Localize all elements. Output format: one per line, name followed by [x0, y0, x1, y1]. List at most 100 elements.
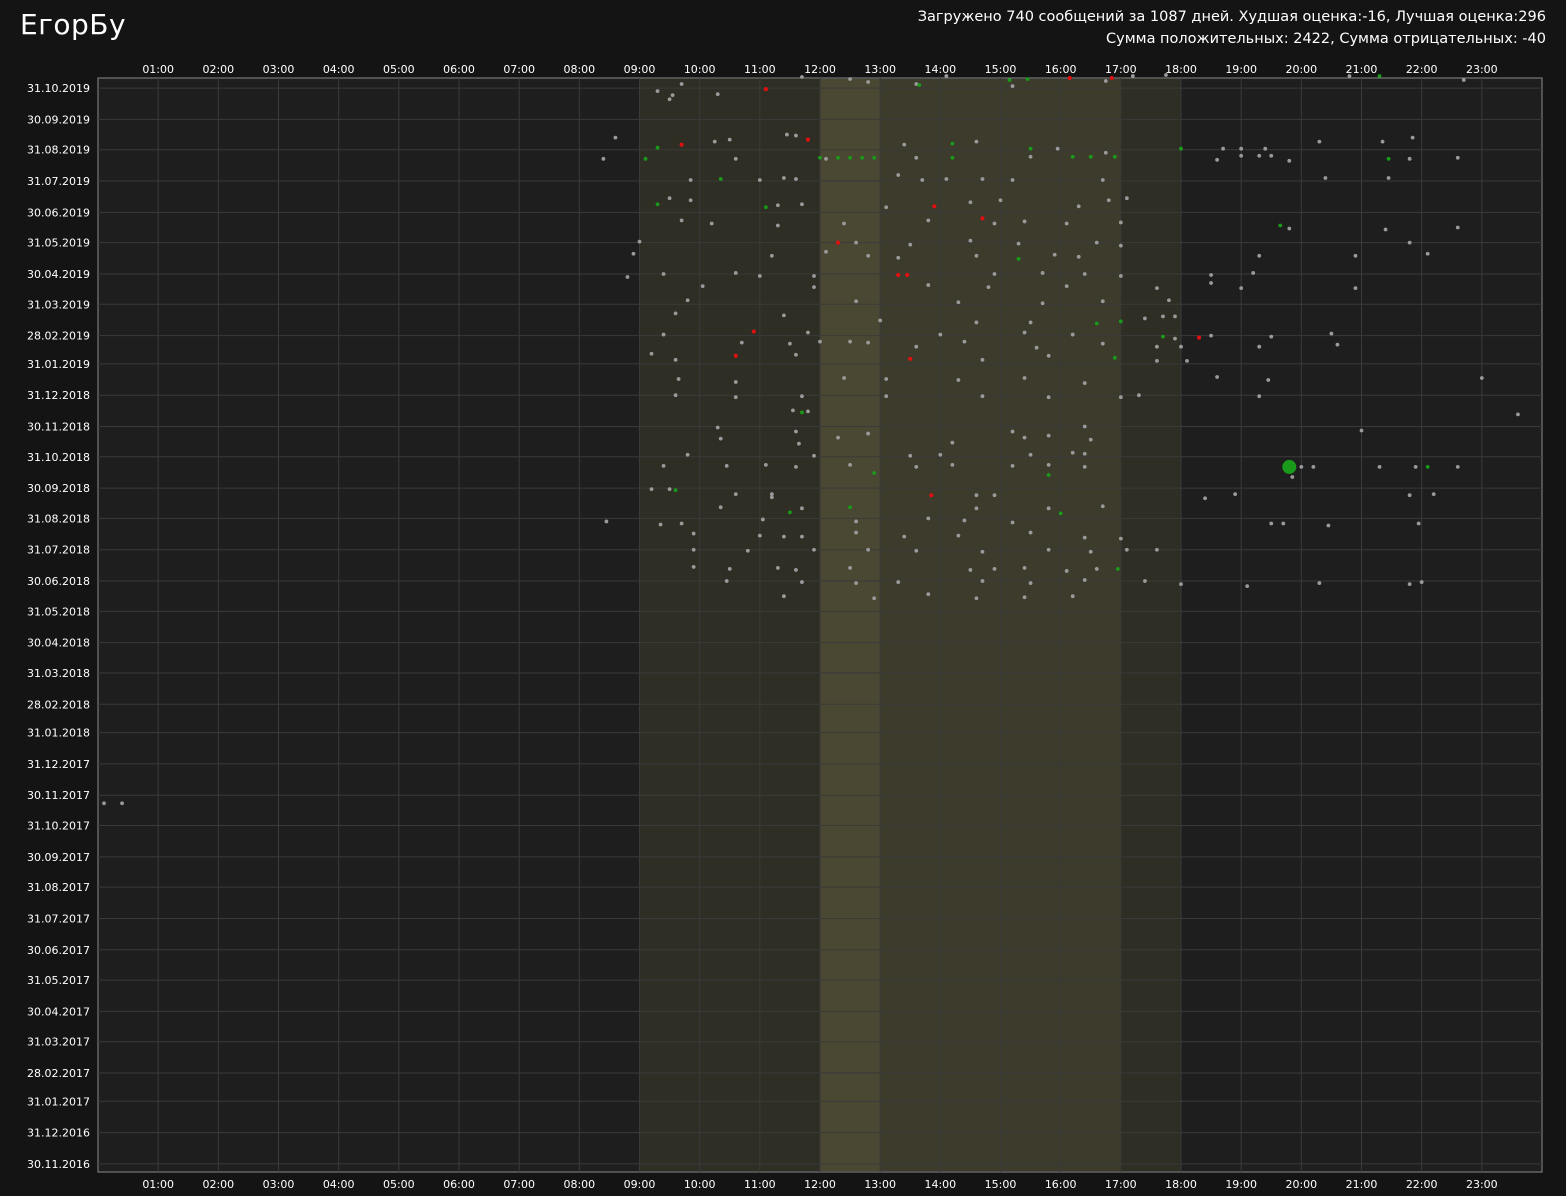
- x-axis-top: 01:00 02:00 03:00 04:00 05:00 06:00 07:00 08:00…: [142, 63, 1497, 76]
- x-tick-label-bottom: 17:00: [1105, 1178, 1137, 1191]
- point-neutral: [1082, 535, 1087, 540]
- point-neutral: [848, 339, 852, 344]
- point-neutral: [800, 202, 804, 207]
- point-neutral: [1287, 226, 1292, 231]
- point-neutral: [854, 519, 858, 524]
- point-neutral: [685, 452, 690, 457]
- point-neutral: [739, 340, 744, 345]
- point-neutral: [769, 495, 774, 500]
- point-neutral: [1203, 496, 1207, 501]
- point-neutral: [1076, 254, 1081, 259]
- point-neutral: [1167, 298, 1171, 303]
- point-neutral: [1263, 146, 1268, 151]
- point-neutral: [688, 178, 693, 182]
- point-positive: [950, 141, 955, 146]
- point-neutral: [1064, 569, 1069, 573]
- point-neutral: [1155, 286, 1159, 291]
- point-neutral: [1100, 341, 1105, 346]
- point-neutral: [1118, 243, 1123, 248]
- point-neutral: [812, 453, 816, 458]
- point-neutral: [1317, 139, 1322, 144]
- point-neutral: [1070, 594, 1075, 599]
- point-positive: [1016, 256, 1021, 261]
- y-tick-label: 31.01.2017: [27, 1095, 90, 1108]
- x-tick-label-top: 10:00: [684, 63, 716, 76]
- point-neutral: [1010, 429, 1015, 434]
- point-neutral: [1353, 253, 1358, 258]
- x-tick-label-bottom: 15:00: [985, 1178, 1017, 1191]
- point-neutral: [679, 82, 684, 86]
- point-neutral: [1016, 241, 1021, 246]
- point-neutral: [938, 332, 943, 337]
- point-neutral: [733, 271, 738, 275]
- point-neutral: [1103, 79, 1108, 83]
- point-negative: [763, 87, 768, 92]
- point-positive: [1278, 223, 1283, 228]
- y-tick-label: 31.08.2017: [27, 881, 90, 894]
- point-neutral: [1185, 358, 1189, 363]
- point-neutral: [769, 253, 774, 258]
- y-tick-label: 28.02.2018: [27, 698, 90, 711]
- point-positive: [860, 155, 865, 160]
- point-neutral: [926, 283, 931, 287]
- point-neutral: [718, 436, 723, 441]
- point-neutral: [842, 221, 846, 226]
- point-positive: [872, 155, 877, 160]
- point-neutral: [956, 300, 961, 305]
- point-neutral: [1209, 273, 1213, 277]
- x-tick-label-bottom: 01:00: [142, 1178, 174, 1191]
- point-neutral: [775, 566, 780, 570]
- point-neutral: [1179, 582, 1183, 586]
- point-neutral: [1455, 465, 1460, 469]
- point-neutral: [1022, 219, 1027, 224]
- point-neutral: [1076, 204, 1081, 209]
- y-tick-label: 30.06.2019: [27, 206, 90, 219]
- point-neutral: [992, 567, 997, 571]
- point-neutral: [1335, 342, 1340, 347]
- point-neutral: [757, 533, 762, 538]
- y-tick-label: 31.10.2019: [27, 82, 90, 95]
- point-neutral: [1290, 475, 1295, 479]
- point-neutral: [673, 357, 678, 362]
- point-neutral: [800, 534, 804, 539]
- point-neutral: [1257, 153, 1262, 158]
- point-neutral: [700, 284, 705, 288]
- point-neutral: [854, 581, 858, 585]
- point-neutral: [1034, 345, 1039, 350]
- point-positive: [1025, 77, 1030, 81]
- point-neutral: [1106, 198, 1111, 203]
- y-axis: 31.10.2019 30.09.2019 31.08.2019 31.07.2019…: [27, 82, 90, 1171]
- point-neutral: [1245, 584, 1250, 589]
- y-tick-label: 31.12.2017: [27, 758, 90, 771]
- point-neutral: [794, 133, 798, 138]
- point-neutral: [968, 200, 973, 205]
- point-neutral: [1046, 433, 1051, 438]
- point-neutral: [601, 156, 606, 161]
- point-neutral: [1269, 334, 1274, 339]
- point-positive: [1112, 355, 1117, 360]
- point-neutral: [794, 465, 798, 469]
- point-neutral: [745, 548, 750, 553]
- point-neutral: [655, 89, 660, 94]
- point-neutral: [992, 272, 997, 276]
- point-neutral: [1359, 428, 1364, 433]
- point-neutral: [688, 198, 693, 203]
- y-tick-label: 31.07.2018: [27, 544, 90, 557]
- point-neutral: [733, 380, 738, 384]
- point-neutral: [1251, 271, 1256, 275]
- x-tick-label-top: 19:00: [1225, 63, 1257, 76]
- point-neutral: [782, 534, 786, 539]
- point-neutral: [908, 453, 913, 458]
- point-neutral: [785, 132, 789, 137]
- point-neutral: [1022, 376, 1027, 380]
- point-positive: [1058, 511, 1063, 516]
- point-neutral: [1269, 153, 1274, 158]
- point-neutral: [1022, 330, 1027, 335]
- point-neutral: [926, 516, 931, 521]
- x-tick-label-bottom: 05:00: [383, 1178, 415, 1191]
- point-neutral: [718, 505, 723, 510]
- point-neutral: [724, 579, 729, 583]
- x-tick-label-top: 09:00: [624, 63, 656, 76]
- x-tick-label-top: 14:00: [924, 63, 956, 76]
- y-tick-label: 30.04.2018: [27, 637, 90, 650]
